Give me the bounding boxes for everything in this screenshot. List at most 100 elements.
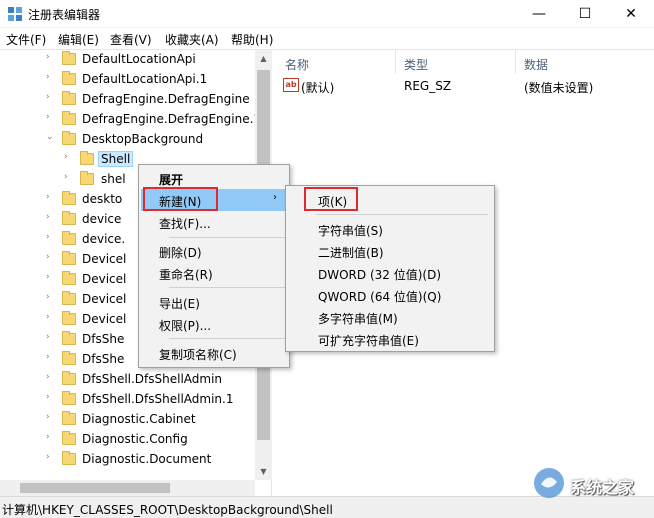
scroll-down-icon[interactable]: ▼ [255,463,272,480]
folder-icon [62,71,76,85]
expand-arrow-icon[interactable]: › [46,232,56,242]
tree-horizontal-scrollbar[interactable] [0,480,255,496]
folder-icon [62,211,76,225]
watermark: 系统之家 [532,466,652,500]
collapse-arrow-icon[interactable]: ⌄ [46,132,56,142]
expand-arrow-icon[interactable]: › [46,212,56,222]
folder-icon [62,131,76,145]
tree-item-label: Devicel [82,312,127,326]
menu-item-copy-key-name[interactable]: 复制项名称(C) [141,342,287,364]
tree-item-label: DefaultLocationApi.1 [82,72,208,86]
menu-edit[interactable]: 编辑(E) [58,31,99,48]
submenu-item-dword[interactable]: DWORD (32 位值)(D) [288,262,492,284]
submenu-item-string[interactable]: 字符串值(S) [288,218,492,240]
expand-arrow-icon[interactable]: › [46,352,56,362]
menu-item-rename[interactable]: 重命名(R) [141,262,287,284]
tree-item-label: DfsShell.DfsShellAdmin [82,372,223,386]
menu-view[interactable]: 查看(V) [110,31,152,48]
expand-arrow-icon[interactable]: › [46,392,56,402]
column-header-type[interactable]: 类型 [404,56,428,73]
menu-separator [169,237,285,238]
window-title: 注册表编辑器 [28,8,101,22]
folder-icon [62,251,76,265]
tree-item-label: DfsShe [82,352,125,366]
column-divider[interactable] [395,50,396,74]
menu-item-permissions[interactable]: 权限(P)... [141,313,287,335]
tree-item[interactable]: › DefaultLocationApi.1 [0,70,255,90]
minimize-button[interactable]: — [516,0,562,28]
expand-arrow-icon[interactable]: › [46,292,56,302]
menu-item-label: 查找(F)... [159,217,211,231]
tree-item[interactable]: › Diagnostic.Cabinet [0,410,255,430]
expand-arrow-icon[interactable]: › [46,332,56,342]
tree-item[interactable]: › Diagnostic.Document [0,450,255,470]
expand-arrow-icon[interactable]: › [46,432,56,442]
folder-icon [62,111,76,125]
folder-icon [80,171,94,185]
menu-item-delete[interactable]: 删除(D) [141,240,287,262]
column-header-name[interactable]: 名称 [285,56,309,73]
tree-item[interactable]: › DfsShell.DfsShellAdmin.1 [0,390,255,410]
tree-item-label: DfsShell.DfsShellAdmin.1 [82,392,234,406]
submenu-item-multi-string[interactable]: 多字符串值(M) [288,306,492,328]
expand-arrow-icon[interactable]: › [46,72,56,82]
tree-item-label: DefragEngine.DefragEngine.1 [82,112,262,126]
column-divider[interactable] [515,50,516,74]
submenu-item-qword[interactable]: QWORD (64 位值)(Q) [288,284,492,306]
expand-arrow-icon[interactable]: › [46,412,56,422]
close-button[interactable]: ✕ [608,0,654,28]
tree-item-label: Diagnostic.Document [82,452,212,466]
expand-arrow-icon[interactable]: › [46,452,56,462]
expand-arrow-icon[interactable]: › [46,272,56,282]
tree-item[interactable]: › DfsShell.DfsShellAdmin [0,370,255,390]
tree-item-label: DfsShe [82,332,125,346]
menu-item-label: 重命名(R) [159,268,213,282]
scroll-thumb[interactable] [20,483,170,493]
tree-item[interactable]: › Diagnostic.Config [0,430,255,450]
tree-item[interactable]: › DefragEngine.DefragEngine [0,90,255,110]
menu-item-label: 多字符串值(M) [318,312,398,326]
tree-item-label: Devicel [82,252,127,266]
submenu-item-expandable-string[interactable]: 可扩充字符串值(E) [288,328,492,350]
expand-arrow-icon[interactable]: › [64,152,74,162]
value-data: (数值未设置) [524,81,594,95]
expand-arrow-icon[interactable]: › [46,252,56,262]
expand-arrow-icon[interactable]: › [46,112,56,122]
value-row[interactable]: ab (默认) REG_SZ (数值未设置) [277,76,654,96]
menu-separator [169,287,285,288]
menu-item-label: DWORD (32 位值)(D) [318,268,441,282]
menu-item-label: 可扩充字符串值(E) [318,334,419,348]
folder-icon [62,431,76,445]
submenu-item-binary[interactable]: 二进制值(B) [288,240,492,262]
column-header-data[interactable]: 数据 [524,56,548,73]
folder-icon [62,51,76,65]
menu-bar: 文件(F) 编辑(E) 查看(V) 收藏夹(A) 帮助(H) [0,28,654,50]
menu-separator [169,338,285,339]
expand-arrow-icon[interactable]: › [46,92,56,102]
expand-arrow-icon[interactable]: › [46,192,56,202]
expand-arrow-icon[interactable]: › [64,172,74,182]
expand-arrow-icon[interactable]: › [46,52,56,62]
menu-item-export[interactable]: 导出(E) [141,291,287,313]
folder-icon [62,311,76,325]
menu-item-label: 字符串值(S) [318,224,383,238]
tree-item-label: device. [82,232,126,246]
tree-item[interactable]: › DefragEngine.DefragEngine.1 [0,110,261,130]
highlight-key-item [304,187,358,211]
title-bar: 注册表编辑器 — ☐ ✕ [0,0,654,28]
maximize-button[interactable]: ☐ [562,0,608,28]
tree-item[interactable]: › DefaultLocationApi [0,50,255,70]
scroll-up-icon[interactable]: ▲ [255,50,272,67]
folder-icon [62,231,76,245]
menu-item-expand[interactable]: 展开 [141,167,287,189]
menu-favorites[interactable]: 收藏夹(A) [165,31,219,48]
menu-item-find[interactable]: 查找(F)... [141,211,287,233]
highlight-new-item [143,187,218,211]
menu-file[interactable]: 文件(F) [6,31,46,48]
expand-arrow-icon[interactable]: › [46,312,56,322]
menu-help[interactable]: 帮助(H) [231,31,273,48]
tree-item-label: DefaultLocationApi [82,52,196,66]
tree-item[interactable]: ⌄ DesktopBackground [0,130,255,150]
value-type: REG_SZ [404,79,452,93]
expand-arrow-icon[interactable]: › [46,372,56,382]
